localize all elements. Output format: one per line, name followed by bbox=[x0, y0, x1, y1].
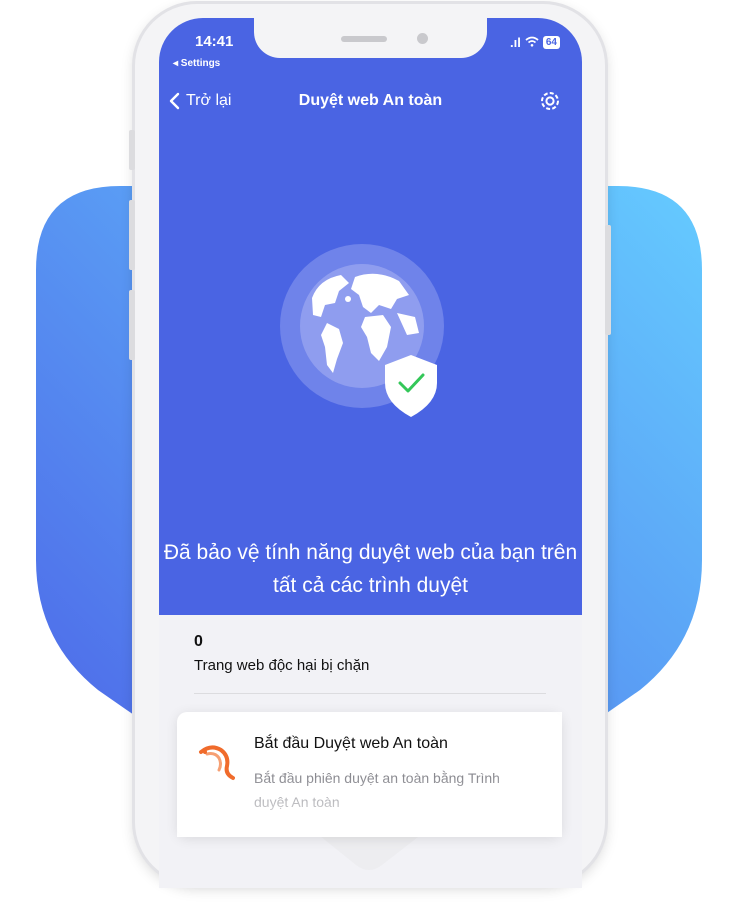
status-time: 14:41 bbox=[195, 33, 234, 50]
divider bbox=[194, 693, 546, 694]
protection-message: Đã bảo vệ tính năng duyệt web của bạn tr… bbox=[163, 541, 578, 597]
phone-side-button bbox=[605, 225, 611, 335]
card-title: Bắt đầu Duyệt web An toàn bbox=[254, 735, 448, 752]
globe-icon bbox=[280, 244, 444, 417]
start-safe-browsing-card[interactable]: Bắt đầu Duyệt web An toàn Bắt đầu phiên … bbox=[177, 712, 562, 837]
status-back-app[interactable]: ◂ Settings bbox=[173, 58, 220, 69]
wifi-icon bbox=[525, 35, 539, 50]
phone-side-button bbox=[129, 130, 135, 170]
battery-indicator: 64 bbox=[542, 36, 560, 49]
card-fade-overlay-right bbox=[492, 712, 562, 837]
page-title: Duyệt web An toàn bbox=[298, 92, 443, 109]
notch-camera bbox=[417, 33, 428, 44]
shrimp-icon bbox=[199, 745, 235, 780]
shield-check-icon bbox=[385, 355, 437, 417]
status-icons: .ıl 64 bbox=[510, 35, 560, 50]
phone-side-button bbox=[129, 200, 135, 270]
phone-notch bbox=[254, 18, 487, 58]
notch-speaker bbox=[341, 36, 387, 42]
phone-side-button bbox=[129, 290, 135, 360]
blocked-count: 0 bbox=[194, 633, 203, 650]
gear-icon[interactable] bbox=[537, 88, 563, 114]
hero-panel: 14:41 ◂ Settings .ıl 64 Trở lại Duyệt we… bbox=[159, 18, 582, 615]
blocked-stat: 0 Trang web độc hại bị chặn bbox=[194, 633, 369, 674]
blocked-label: Trang web độc hại bị chặn bbox=[194, 657, 370, 674]
signal-icon: .ıl bbox=[510, 35, 521, 50]
